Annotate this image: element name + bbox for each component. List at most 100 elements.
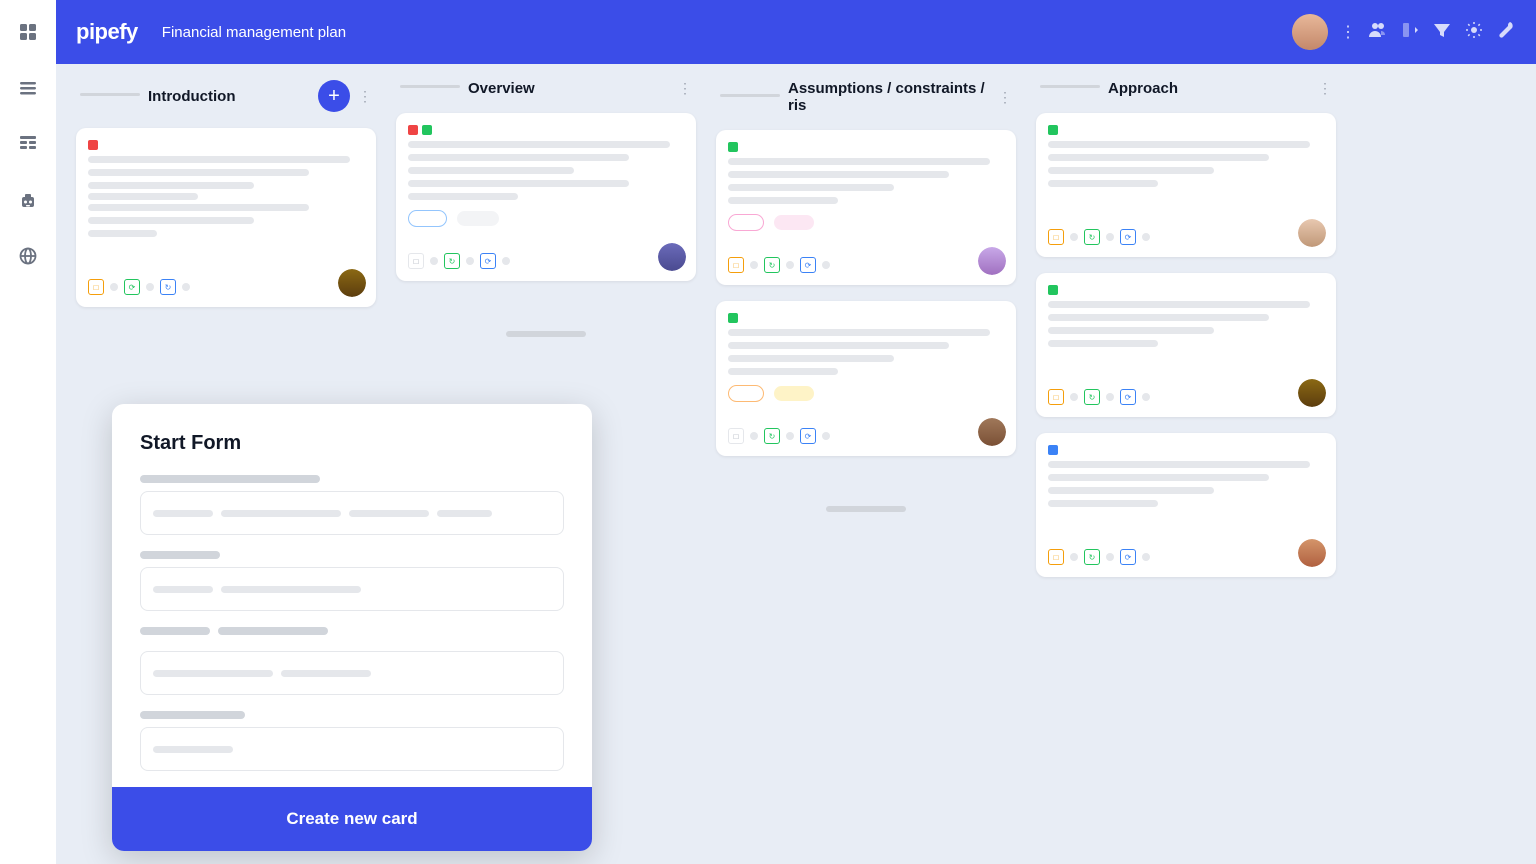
placeholder-3b <box>281 670 371 677</box>
sidebar-icon-robot[interactable] <box>12 184 44 216</box>
card-icon-ov3: ⟳ <box>480 253 496 269</box>
card-approach-3[interactable]: □ ↻ ⟳ <box>1036 433 1336 577</box>
card-dot-1 <box>110 283 118 291</box>
card-dot-app2 <box>1106 233 1114 241</box>
board: Introduction + ⋮ <box>56 64 1536 864</box>
card-icon-app1: □ <box>1048 229 1064 245</box>
card-dot-app4 <box>1070 393 1078 401</box>
card-badge-ass2 <box>774 215 813 230</box>
logo: pipefy <box>76 19 138 45</box>
card-dot-app9 <box>1142 553 1150 561</box>
card-icon-ass5: ↻ <box>764 428 780 444</box>
card-icon-app5: ↻ <box>1084 389 1100 405</box>
header: pipefy Financial management plan ⋮ <box>56 0 1536 64</box>
enter-icon[interactable] <box>1400 20 1420 45</box>
card-avatar-ov1 <box>658 243 686 271</box>
scroll-indicator-assumptions <box>826 506 906 512</box>
column-add-button-introduction[interactable]: + <box>318 80 350 112</box>
tool-icon[interactable] <box>1496 20 1516 45</box>
card-dot-app3 <box>1142 233 1150 241</box>
sidebar-icon-grid[interactable] <box>12 16 44 48</box>
card-icon-ass1: □ <box>728 257 744 273</box>
column-header-assumptions: Assumptions / constraints / ris ⋮ <box>716 80 1016 122</box>
column-more-approach[interactable]: ⋮ <box>1318 80 1332 97</box>
column-header-introduction: Introduction + ⋮ <box>76 80 376 120</box>
card-dot-app7 <box>1070 553 1078 561</box>
card-badge-2 <box>457 211 499 226</box>
card-dot-ass2 <box>786 261 794 269</box>
card-dot-app8 <box>1106 553 1114 561</box>
sidebar-icon-list[interactable] <box>12 72 44 104</box>
sidebar-icon-table[interactable] <box>12 128 44 160</box>
form-input-2[interactable] <box>140 567 564 611</box>
user-avatar[interactable] <box>1292 14 1328 50</box>
column-title-overview: Overview <box>468 80 670 97</box>
people-icon[interactable] <box>1368 20 1388 45</box>
card-dot-2 <box>146 283 154 291</box>
form-label-1 <box>140 475 320 483</box>
card-introduction-1[interactable]: □ ⟳ ↻ <box>76 128 376 307</box>
card-avatar-app2 <box>1298 379 1326 407</box>
placeholder-1d <box>437 510 492 517</box>
card-badge-ass4 <box>774 386 813 401</box>
column-more-overview[interactable]: ⋮ <box>678 80 692 97</box>
form-input-3[interactable] <box>140 651 564 695</box>
card-avatar-app3 <box>1298 539 1326 567</box>
card-icon-app2: ↻ <box>1084 229 1100 245</box>
sidebar <box>0 0 56 864</box>
sidebar-icon-globe[interactable] <box>12 240 44 272</box>
column-title-assumptions: Assumptions / constraints / ris <box>788 80 990 114</box>
form-input-4[interactable] <box>140 727 564 771</box>
column-more-assumptions[interactable]: ⋮ <box>998 89 1012 106</box>
card-dot-app5 <box>1106 393 1114 401</box>
card-badge-ass1 <box>728 214 764 231</box>
card-dot-ov2 <box>466 257 474 265</box>
card-dot-app6 <box>1142 393 1150 401</box>
card-avatar-1 <box>338 269 366 297</box>
card-dot-app1 <box>1070 233 1078 241</box>
card-badge-ass3 <box>728 385 764 402</box>
card-dot-ass1 <box>750 261 758 269</box>
filter-icon[interactable] <box>1432 20 1452 45</box>
start-form-overlay: Start Form <box>112 404 592 851</box>
card-icon-app4: □ <box>1048 389 1064 405</box>
card-icon-ov2: ↻ <box>444 253 460 269</box>
card-icon-ov1: □ <box>408 253 424 269</box>
form-field-4 <box>140 711 564 771</box>
form-field-3 <box>140 627 564 695</box>
card-avatar-app1 <box>1298 219 1326 247</box>
card-dot-ov1 <box>430 257 438 265</box>
form-label-3b <box>218 627 328 635</box>
column-title-approach: Approach <box>1108 80 1310 97</box>
main-area: pipefy Financial management plan ⋮ <box>56 0 1536 864</box>
form-field-2 <box>140 551 564 611</box>
card-dot-ass5 <box>786 432 794 440</box>
card-dot-3 <box>182 283 190 291</box>
placeholder-2b <box>221 586 361 593</box>
card-icon-2: ⟳ <box>124 279 140 295</box>
card-icon-app7: □ <box>1048 549 1064 565</box>
card-dot-ass4 <box>750 432 758 440</box>
card-assumptions-2[interactable]: □ ↻ ⟳ <box>716 301 1016 456</box>
form-label-3a <box>140 627 210 635</box>
column-more-introduction[interactable]: ⋮ <box>358 88 372 105</box>
column-title-introduction: Introduction <box>148 88 310 105</box>
card-approach-2[interactable]: □ ↻ ⟳ <box>1036 273 1336 417</box>
form-input-1[interactable] <box>140 491 564 535</box>
column-assumptions: Assumptions / constraints / ris ⋮ <box>716 80 1016 848</box>
form-label-2 <box>140 551 220 559</box>
card-approach-1[interactable]: □ ↻ ⟳ <box>1036 113 1336 257</box>
column-header-overview: Overview ⋮ <box>396 80 696 105</box>
card-overview-1[interactable]: □ ↻ ⟳ <box>396 113 696 281</box>
create-card-button[interactable]: Create new card <box>112 787 592 851</box>
start-form-content: Start Form <box>112 404 592 771</box>
card-icon-app9: ⟳ <box>1120 549 1136 565</box>
settings-icon[interactable] <box>1464 20 1484 45</box>
card-icon-ass3: ⟳ <box>800 257 816 273</box>
card-assumptions-1[interactable]: □ ↻ ⟳ <box>716 130 1016 285</box>
form-label-4 <box>140 711 245 719</box>
column-fade-overview <box>396 279 696 319</box>
placeholder-3a <box>153 670 273 677</box>
card-dot-ov3 <box>502 257 510 265</box>
more-icon[interactable]: ⋮ <box>1340 22 1356 42</box>
